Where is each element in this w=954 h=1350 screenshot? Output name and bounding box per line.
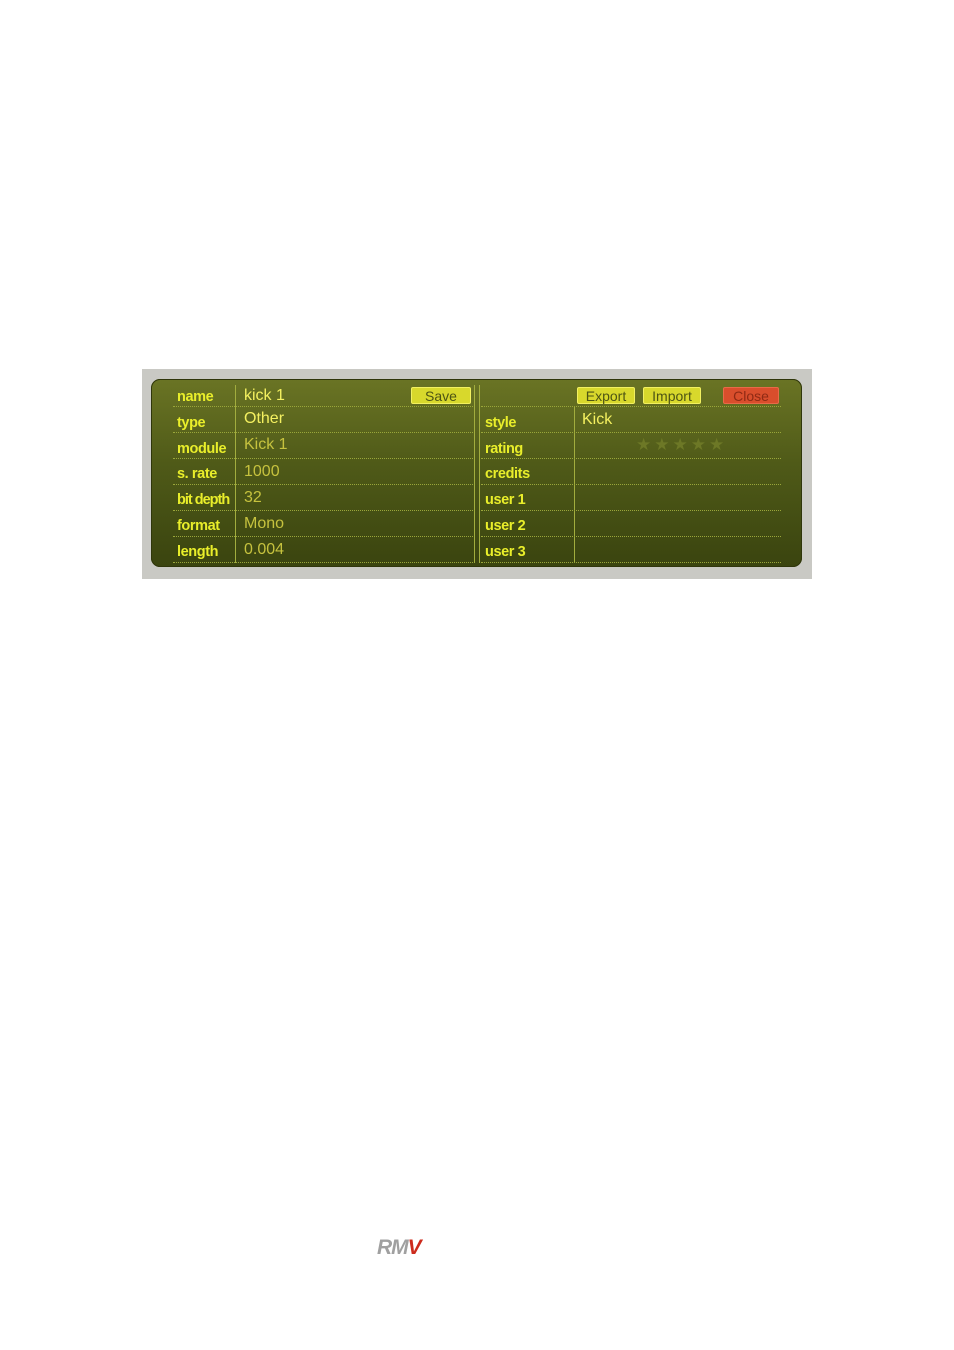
center-divider-b <box>479 385 480 563</box>
star-icon[interactable]: ★ <box>636 435 651 455</box>
star-icon[interactable]: ★ <box>691 435 706 455</box>
rmv-logo: RMV <box>377 1236 422 1260</box>
row-type: type Other <box>173 407 473 433</box>
row-length: length 0.004 <box>173 537 473 563</box>
row-format: format Mono <box>173 511 473 537</box>
save-button[interactable]: Save <box>411 387 471 404</box>
format-value: Mono <box>244 515 285 532</box>
export-button[interactable]: Export <box>577 387 635 404</box>
label-module: module <box>177 441 227 457</box>
label-format: format <box>177 518 220 534</box>
label-type: type <box>177 415 206 431</box>
label-style: style <box>485 415 517 431</box>
row-module: module Kick 1 <box>173 433 473 459</box>
row-user-1: user 1 <box>481 485 781 511</box>
style-value[interactable]: Kick <box>582 411 612 429</box>
row-name: name kick 1 Save <box>173 381 473 407</box>
row-credits: credits <box>481 459 781 485</box>
label-user-1: user 1 <box>485 492 526 508</box>
sample-rate-value: 1000 <box>244 463 280 480</box>
logo-text-rm: RM <box>377 1236 409 1259</box>
name-input[interactable]: kick 1 <box>244 387 285 405</box>
metadata-window: name kick 1 Save type Other module Kick … <box>142 369 812 579</box>
metadata-panel: name kick 1 Save type Other module Kick … <box>151 379 802 567</box>
star-icon[interactable]: ★ <box>709 435 724 455</box>
row-sample-rate: s. rate 1000 <box>173 459 473 485</box>
type-value[interactable]: Other <box>244 410 284 428</box>
row-toolbar: Export Import Close <box>481 381 781 407</box>
label-credits: credits <box>485 466 530 482</box>
star-icon[interactable]: ★ <box>654 435 669 455</box>
bit-depth-value: 32 <box>244 489 262 506</box>
label-name: name <box>177 389 214 405</box>
logo-text-v: V <box>407 1236 422 1259</box>
left-column-divider <box>235 385 236 563</box>
star-icon[interactable]: ★ <box>673 435 688 455</box>
row-style: style Kick <box>481 407 781 433</box>
rating-stars[interactable]: ★ ★ ★ ★ ★ <box>636 435 727 455</box>
center-divider-a <box>474 385 475 563</box>
row-user-3: user 3 <box>481 537 781 563</box>
label-sample-rate: s. rate <box>177 466 217 482</box>
length-value: 0.004 <box>244 541 285 558</box>
label-user-3: user 3 <box>485 544 526 560</box>
label-bit-depth: bit depth <box>177 492 230 508</box>
label-rating: rating <box>485 441 523 457</box>
row-bit-depth: bit depth 32 <box>173 485 473 511</box>
module-value: Kick 1 <box>244 436 288 453</box>
close-button[interactable]: Close <box>723 387 779 404</box>
row-user-2: user 2 <box>481 511 781 537</box>
row-rating: rating <box>481 433 781 459</box>
label-user-2: user 2 <box>485 518 526 534</box>
import-button[interactable]: Import <box>643 387 701 404</box>
label-length: length <box>177 544 219 560</box>
